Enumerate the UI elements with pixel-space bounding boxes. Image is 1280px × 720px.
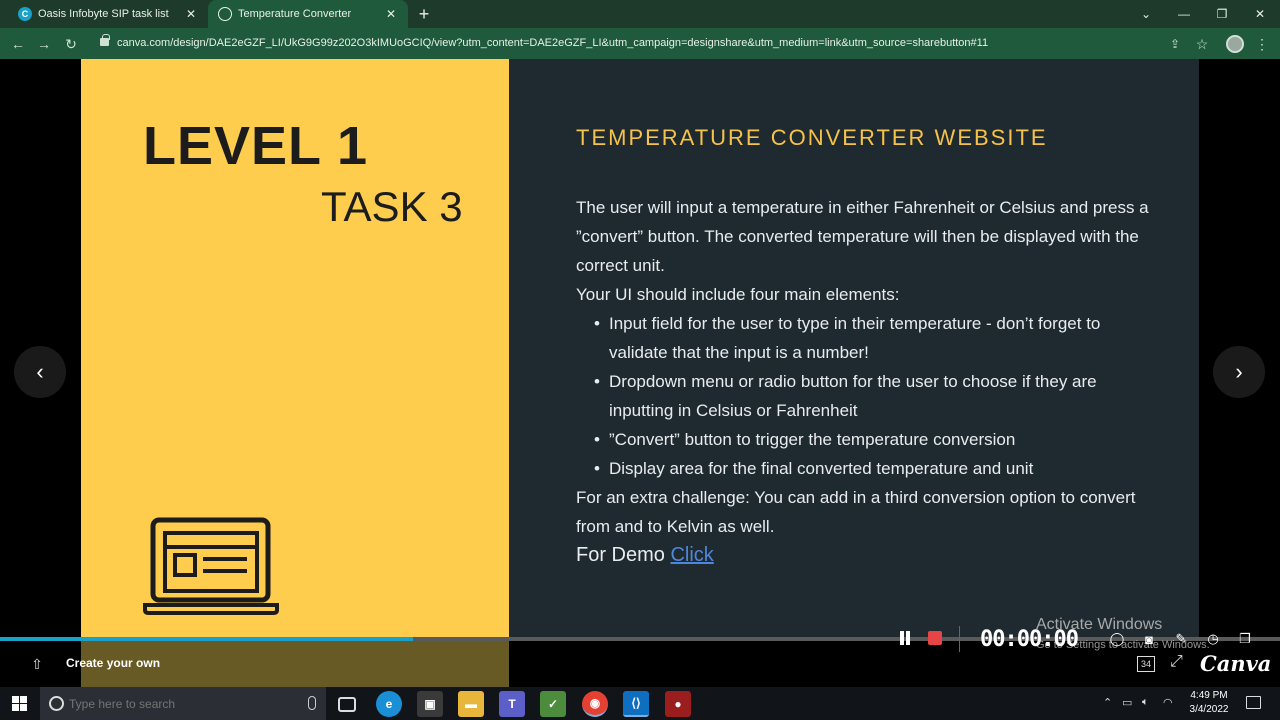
canva-favicon-icon: C bbox=[18, 7, 32, 21]
url-field[interactable]: canva.com/design/DAE2eGZF_LI/UkG9G99z202… bbox=[117, 37, 1157, 49]
pen-icon[interactable]: ✎ bbox=[1172, 630, 1190, 648]
demo-label: For Demo bbox=[576, 544, 665, 566]
tray-expand-icon[interactable]: ⌃ bbox=[1103, 696, 1112, 709]
bookmark-star-icon[interactable]: ☆ bbox=[1191, 33, 1213, 55]
notification-icon[interactable] bbox=[1246, 696, 1261, 709]
store-icon[interactable]: ▣ bbox=[417, 691, 443, 717]
task-view-icon[interactable] bbox=[338, 697, 356, 712]
page-count-badge[interactable]: 34 bbox=[1137, 656, 1155, 672]
clock-date: 3/4/2022 bbox=[1189, 704, 1229, 715]
slide-title: TEMPERATURE CONVERTER WEBSITE bbox=[576, 125, 1048, 150]
volume-icon[interactable]: 🔈︎ bbox=[1142, 696, 1149, 709]
edge-icon[interactable]: e bbox=[376, 691, 402, 717]
create-your-own-link[interactable]: Create your own bbox=[66, 656, 160, 670]
chrome-icon[interactable]: ◉ bbox=[582, 691, 608, 717]
close-tab-icon[interactable]: ✕ bbox=[384, 7, 398, 21]
recorder-app-icon[interactable]: ● bbox=[665, 691, 691, 717]
list-item: Input field for the user to type in thei… bbox=[594, 309, 1156, 367]
maximize-button[interactable]: ❐ bbox=[1203, 0, 1241, 28]
slide-left-panel: LEVEL 1 TASK 3 bbox=[81, 59, 509, 639]
list-item: Dropdown menu or radio button for the us… bbox=[594, 367, 1156, 425]
taskbar-search[interactable] bbox=[40, 687, 326, 720]
teams-icon[interactable]: T bbox=[499, 691, 525, 717]
share-icon[interactable]: ⇧ bbox=[28, 655, 46, 673]
forward-icon[interactable]: → bbox=[33, 33, 55, 55]
new-tab-button[interactable]: + bbox=[414, 4, 434, 24]
task-heading: TASK 3 bbox=[321, 183, 463, 230]
share-page-icon[interactable]: ⇪ bbox=[1164, 33, 1186, 55]
tab-oasis-task-list[interactable]: C Oasis Infobyte SIP task list ✕ bbox=[8, 0, 208, 28]
chevron-right-icon: › bbox=[1235, 359, 1243, 384]
slide-body: The user will input a temperature in eit… bbox=[576, 193, 1156, 541]
tab-label: Temperature Converter bbox=[238, 8, 352, 20]
canva-viewer: LEVEL 1 TASK 3 TEMPERATURE CONVERTER WEB… bbox=[0, 59, 1280, 687]
webcam-icon[interactable]: ◯ bbox=[1108, 630, 1126, 648]
screen: C Oasis Infobyte SIP task list ✕ Tempera… bbox=[0, 0, 1280, 720]
file-explorer-icon[interactable]: ▬ bbox=[458, 691, 484, 717]
challenge-text: For an extra challenge: You can add in a… bbox=[576, 488, 1136, 536]
list-item: Display area for the final converted tem… bbox=[594, 454, 1156, 483]
microphone-icon[interactable] bbox=[308, 696, 316, 710]
laptop-icon bbox=[143, 517, 279, 615]
camera-icon[interactable]: ◙ bbox=[1140, 630, 1158, 648]
tab-search-icon[interactable]: ⌄ bbox=[1127, 0, 1165, 28]
browser-tab-strip: C Oasis Infobyte SIP task list ✕ Tempera… bbox=[0, 0, 1280, 28]
ui-requirements-text: Your UI should include four main element… bbox=[576, 285, 900, 304]
close-window-button[interactable]: ✕ bbox=[1241, 0, 1279, 28]
windows-start-icon[interactable] bbox=[12, 696, 27, 711]
tab-label: Oasis Infobyte SIP task list bbox=[38, 8, 169, 20]
tab-temperature-converter[interactable]: Temperature Converter ✕ bbox=[208, 0, 408, 28]
previous-slide-button[interactable]: ‹ bbox=[14, 346, 66, 398]
level-heading: LEVEL 1 bbox=[143, 116, 369, 176]
popout-icon[interactable]: ❐ bbox=[1236, 630, 1254, 648]
cortana-icon bbox=[49, 696, 64, 711]
intro-text: The user will input a temperature in eit… bbox=[576, 198, 1149, 275]
record-timer: 00:00:00 bbox=[980, 627, 1079, 652]
minimize-button[interactable]: — bbox=[1165, 0, 1203, 28]
pause-icon[interactable] bbox=[898, 631, 912, 645]
slide-right-panel: TEMPERATURE CONVERTER WEBSITE The user w… bbox=[509, 59, 1199, 639]
address-bar: ← → ↻ canva.com/design/DAE2eGZF_LI/UkG9G… bbox=[0, 28, 1280, 59]
timer-icon[interactable]: ◷ bbox=[1204, 630, 1222, 648]
wifi-icon[interactable]: ◠ bbox=[1163, 696, 1173, 709]
screen-recorder-toolbar: 00:00:00 ◯ ◙ ✎ ◷ ❐ bbox=[884, 622, 1265, 656]
lock-icon bbox=[100, 34, 110, 46]
back-icon[interactable]: ← bbox=[7, 33, 29, 55]
windows-taskbar: e ▣ ▬ T ✓ ◉ ⟨⟩ ● ⌃ ▭ 🔈︎ ◠ 4:49 PM 3/4/20… bbox=[0, 687, 1280, 720]
list-item: ”Convert” button to trigger the temperat… bbox=[594, 425, 1156, 454]
demo-link[interactable]: Click bbox=[670, 544, 713, 566]
search-input[interactable] bbox=[69, 696, 289, 711]
spreadsheet-app-icon[interactable]: ✓ bbox=[540, 691, 566, 717]
next-slide-button[interactable]: › bbox=[1213, 346, 1265, 398]
divider bbox=[959, 626, 960, 652]
demo-line: For Demo Click bbox=[576, 544, 714, 567]
requirements-list: Input field for the user to type in thei… bbox=[576, 309, 1156, 483]
close-tab-icon[interactable]: ✕ bbox=[184, 7, 198, 21]
stop-record-icon[interactable] bbox=[928, 631, 942, 645]
battery-icon[interactable]: ▭ bbox=[1122, 696, 1132, 709]
vscode-icon[interactable]: ⟨⟩ bbox=[623, 691, 649, 717]
clock-time: 4:49 PM bbox=[1190, 690, 1228, 701]
taskbar-clock[interactable]: 4:49 PM 3/4/2022 bbox=[1182, 689, 1236, 717]
chevron-left-icon: ‹ bbox=[36, 359, 44, 384]
reload-icon[interactable]: ↻ bbox=[60, 33, 82, 55]
browser-menu-icon[interactable]: ⋮ bbox=[1251, 33, 1273, 55]
globe-icon bbox=[218, 7, 232, 21]
profile-avatar[interactable] bbox=[1226, 35, 1244, 53]
